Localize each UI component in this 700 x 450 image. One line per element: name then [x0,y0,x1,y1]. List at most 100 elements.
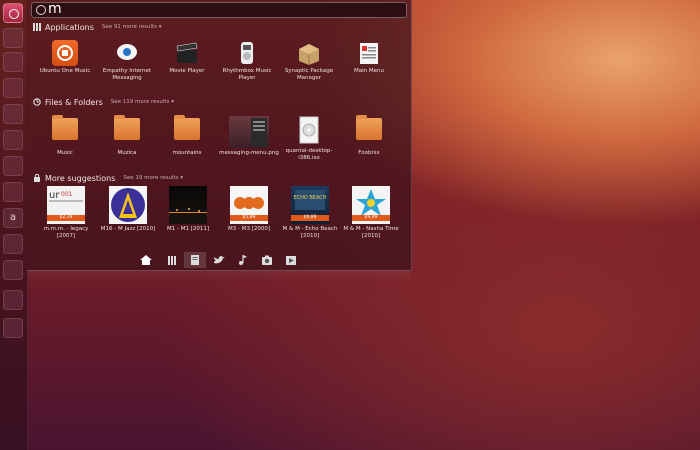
files-category-icon [33,98,41,106]
album-cover: $9,89 [352,186,390,224]
clapperboard-icon [174,40,200,66]
app-tile[interactable]: Ubuntu One Music [35,40,95,75]
suggestions-more-link[interactable]: See 19 more results [123,175,183,181]
app-tile[interactable]: Movie Player [157,40,217,75]
file-label: quantal-desktop-i386.iso [285,148,333,161]
file-tile[interactable]: Foobnix [339,115,399,157]
file-label: messaging-menu.png [219,150,279,156]
launcher: a [0,0,28,450]
file-label: Music [57,150,73,156]
album-tile[interactable]: ur 001 $2,39 m.m.m. - legacy [2007] [36,186,96,240]
app-label: Empathy Internet Messaging [102,68,152,81]
lens-bar [27,250,411,270]
suggestions-title: More suggestions [45,173,116,183]
album-cover: $5,89 [230,186,268,224]
music-folder-icon [52,115,78,140]
files-more-link[interactable]: See 119 more results [111,99,174,105]
disc-image-icon [296,116,322,144]
price-tag: $5,89 [230,215,268,221]
album-art-text: ECHO BEACH [293,195,326,201]
file-label: mountains [172,150,202,156]
file-label: Foobnix [358,150,380,156]
launcher-item-impress[interactable] [3,130,23,150]
album-cover: ur 001 $2,39 [47,186,85,224]
applications-header[interactable]: Applications See 91 more results [33,20,162,34]
image-thumbnail-icon [229,116,269,148]
app-tile[interactable]: Main Menu [339,40,399,75]
album-label: M1 - M1 [2011] [166,226,209,232]
empathy-icon [114,40,140,66]
package-icon [296,40,322,66]
album-cover: ECHO BEACH $9,89 [291,186,329,224]
file-tile[interactable]: quantal-desktop-i386.iso [279,116,339,162]
dash: Applications See 91 more results Ubuntu … [27,0,412,271]
launcher-item-software-center[interactable] [3,156,23,176]
price-tag: $9,89 [352,215,390,221]
launcher-item-files[interactable] [3,28,23,48]
file-tile[interactable]: Muzica [97,115,157,157]
launcher-item-trash[interactable] [3,318,23,338]
album-label: M & M - Echo Beach [2010] [282,226,338,239]
album-cover [109,186,147,224]
applications-category-icon [33,23,41,31]
album-tile[interactable]: $5,89 M3 - M3 [2000] [219,186,279,233]
folder-icon [356,115,382,140]
app-label: Ubuntu One Music [39,68,91,74]
files-lens-icon[interactable] [184,252,206,268]
photos-lens-icon[interactable] [256,252,278,268]
file-tile[interactable]: messaging-menu.png [219,116,279,157]
folder-icon [174,115,200,140]
app-tile[interactable]: Rhythmbox Music Player [217,40,277,82]
rhythmbox-icon [234,40,260,66]
ubuntu-one-music-icon [52,40,78,66]
launcher-item-workspaces[interactable] [3,234,23,254]
dash-shadow [27,270,411,282]
applications-more-link[interactable]: See 91 more results [102,24,162,30]
file-label: Muzica [117,150,137,156]
album-label: m.m.m. - legacy [2007] [43,226,89,239]
file-tile[interactable]: Music [35,115,95,157]
search-input[interactable] [48,1,388,17]
search-icon [36,5,46,15]
svg-text:ur: ur [49,190,60,201]
app-label: Synaptic Package Manager [284,68,334,81]
launcher-item-amazon[interactable]: a [3,208,23,228]
home-lens-icon[interactable] [135,252,157,268]
app-label: Movie Player [169,68,205,74]
launcher-item-ubuntu-one[interactable] [3,182,23,202]
main-menu-icon [356,40,382,66]
launcher-item-writer[interactable] [3,78,23,98]
album-label: M3 - M3 [2000] [227,226,270,232]
launcher-item-calc[interactable] [3,104,23,124]
shopping-bag-icon [33,173,41,182]
launcher-item-terminal[interactable] [3,290,23,310]
file-tile[interactable]: mountains [157,115,217,157]
album-label: M & M - Nasha Time [2010] [343,226,399,239]
suggestions-header[interactable]: More suggestions See 19 more results [33,171,183,185]
app-label: Main Menu [354,68,384,74]
applications-lens-icon[interactable] [161,252,183,268]
music-lens-icon[interactable] [232,252,254,268]
launcher-item-settings[interactable] [3,260,23,280]
app-tile[interactable]: Synaptic Package Manager [279,40,339,82]
launcher-item-firefox[interactable] [3,52,23,72]
price-tag: $9,89 [291,215,329,221]
social-lens-icon[interactable] [208,252,230,268]
price-tag: $2,39 [47,215,85,221]
amazon-icon: a [9,212,17,223]
search-bar[interactable] [31,1,407,18]
app-tile[interactable]: Empathy Internet Messaging [97,40,157,82]
svg-text:001: 001 [61,191,73,198]
folder-icon [114,115,140,140]
album-tile[interactable]: ECHO BEACH $9,89 M & M - Echo Beach [201… [280,186,340,240]
app-label: Rhythmbox Music Player [222,68,272,81]
files-title: Files & Folders [45,97,103,107]
album-tile[interactable]: M1 - M1 [2011] [158,186,218,233]
album-tile[interactable]: $9,89 M & M - Nasha Time [2010] [341,186,401,240]
applications-title: Applications [45,22,94,32]
video-lens-icon[interactable] [280,252,302,268]
album-cover [169,186,207,224]
album-tile[interactable]: M16 - M Jazz [2010] [98,186,158,233]
dash-home-button[interactable] [3,3,23,23]
files-header[interactable]: Files & Folders See 119 more results [33,95,174,109]
